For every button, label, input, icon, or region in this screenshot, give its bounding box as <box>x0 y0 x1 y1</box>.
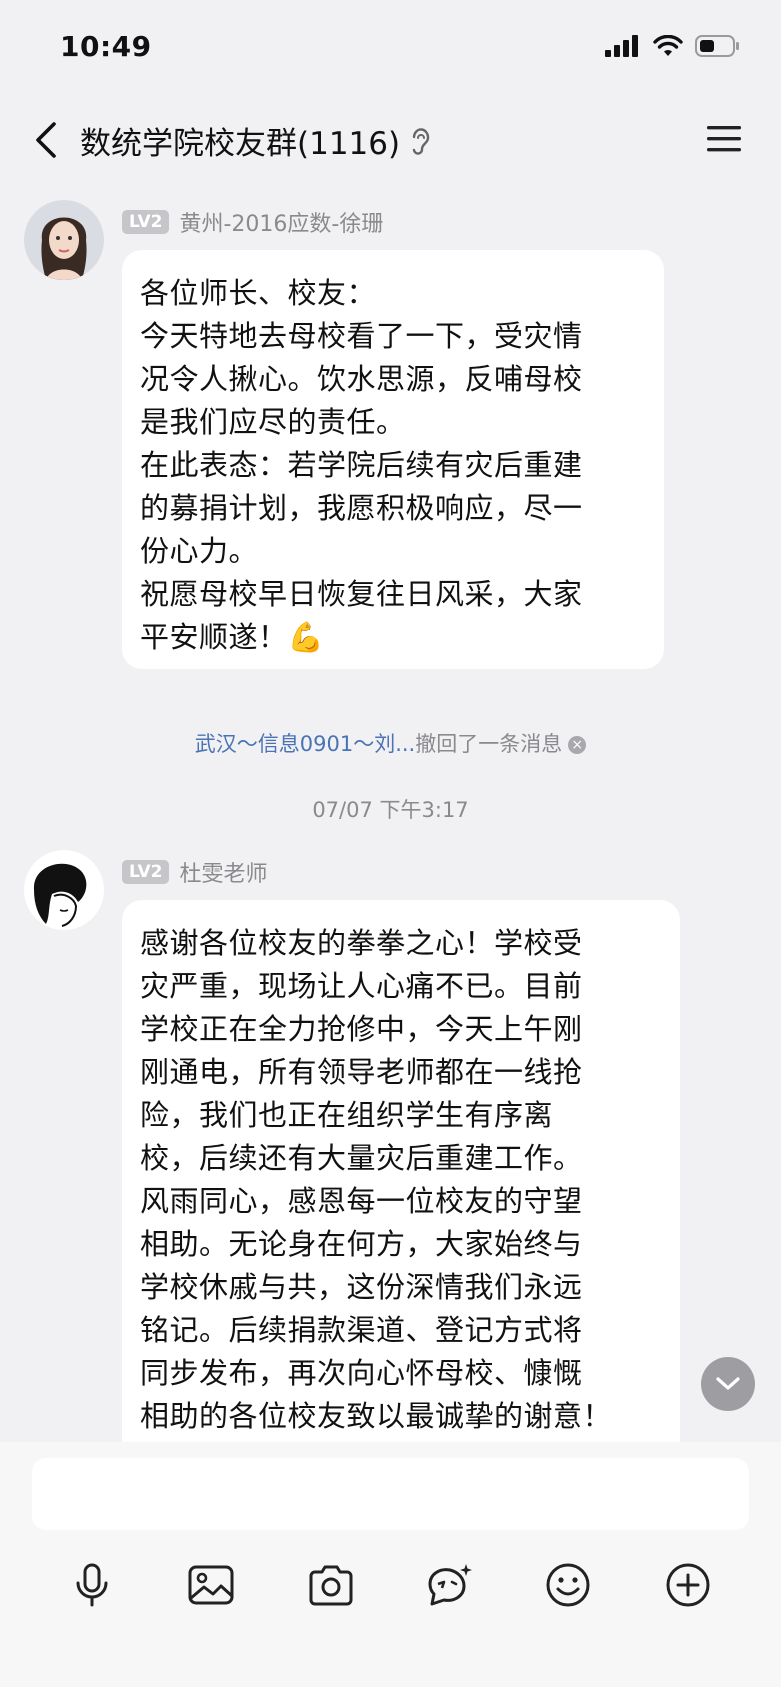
scroll-to-bottom-button[interactable] <box>701 1357 755 1411</box>
menu-icon[interactable] <box>705 120 743 158</box>
message-input[interactable] <box>32 1458 749 1530</box>
message-line: 份心力。 <box>140 534 259 568</box>
message-line: 同步发布，再次向心怀母校、慷慨 <box>140 1356 583 1390</box>
cellular-signal-icon <box>605 35 638 57</box>
plus-circle-icon <box>666 1563 710 1607</box>
ai-button[interactable] <box>414 1550 484 1620</box>
camera-button[interactable] <box>296 1550 366 1620</box>
image-button[interactable] <box>176 1550 246 1620</box>
composer-toolbar <box>0 1550 781 1630</box>
message-bubble[interactable]: 感谢各位校友的拳拳之心！学校受 灾严重，现场让人心痛不已。目前 学校正在全力抢修… <box>122 900 680 1460</box>
message-line: 各位师长、校友： <box>140 276 377 310</box>
level-badge: LV2 <box>122 860 170 884</box>
message-line: 是我们应尽的责任。 <box>140 405 406 439</box>
avatar[interactable] <box>24 200 104 280</box>
message-line: 刚通电，所有领导老师都在一线抢 <box>140 1055 583 1089</box>
message-line: 平安顺遂！💪 <box>140 620 325 654</box>
image-icon <box>188 1565 234 1605</box>
battery-icon <box>695 35 739 57</box>
message-line: 今天特地去母校看了一下，受灾情 <box>140 319 583 353</box>
status-icons <box>605 34 741 58</box>
recall-notice: 武汉～信息0901～刘...撤回了一条消息 × <box>0 728 781 758</box>
composer <box>0 1442 781 1687</box>
ear-icon <box>412 127 430 155</box>
chat-header: 数统学院校友群(1116) <box>0 100 781 180</box>
message-line: 学校休戚与共，这份深情我们永远 <box>140 1270 583 1304</box>
more-button[interactable] <box>653 1550 723 1620</box>
message-bubble[interactable]: 各位师长、校友： 今天特地去母校看了一下，受灾情 况令人揪心。饮水思源，反哺母校… <box>122 250 664 669</box>
camera-icon <box>309 1565 353 1606</box>
message-line: 风雨同心，感恩每一位校友的守望 <box>140 1184 583 1218</box>
status-bar: 10:49 <box>0 0 781 100</box>
message-line: 感谢各位校友的拳拳之心！学校受 <box>140 926 583 960</box>
message-line: 相助的各位校友致以最诚挚的谢意！ <box>140 1399 613 1433</box>
message-line: 校，后续还有大量灾后重建工作。 <box>140 1141 583 1175</box>
wifi-icon <box>653 35 683 56</box>
sender-name[interactable]: 杜雯老师 <box>179 856 267 888</box>
message-line: 相助。无论身在何方，大家始终与 <box>140 1227 583 1261</box>
recall-sender[interactable]: 武汉～信息0901～刘... <box>195 732 415 756</box>
avatar[interactable] <box>24 850 104 930</box>
message-line: 祝愿母校早日恢复往日风采，大家 <box>140 577 583 611</box>
group-title: 数统学院校友群(1116) <box>80 126 401 162</box>
smiley-icon <box>546 1563 590 1607</box>
sparkle-face-icon <box>428 1564 472 1606</box>
sender-name[interactable]: 黄州-2016应数-徐珊 <box>179 206 383 238</box>
message-sender: LV2 黄州-2016应数-徐珊 <box>122 206 383 238</box>
close-circle-icon[interactable]: × <box>568 736 587 754</box>
message-line: 的募捐计划，我愿积极响应，尽一 <box>140 491 583 525</box>
emoji-button[interactable] <box>533 1550 603 1620</box>
title-group[interactable]: 数统学院校友群(1116) <box>80 118 432 163</box>
status-time: 10:49 <box>60 30 152 63</box>
message-sender: LV2 杜雯老师 <box>122 856 268 888</box>
message-line: 灾严重，现场让人心痛不已。目前 <box>140 969 583 1003</box>
message-line: 况令人揪心。饮水思源，反哺母校 <box>140 362 583 396</box>
chevron-down-icon <box>716 1377 740 1390</box>
back-arrow-icon[interactable] <box>26 114 66 166</box>
message-line: 险，我们也正在组织学生有序离 <box>140 1098 554 1132</box>
message-timestamp: 07/07 下午3:17 <box>312 798 469 822</box>
message-line: 学校正在全力抢修中，今天上午刚 <box>140 1012 583 1046</box>
microphone-icon <box>76 1563 108 1607</box>
voice-button[interactable] <box>57 1550 127 1620</box>
message-line: 铭记。后续捐款渠道、登记方式将 <box>140 1313 583 1347</box>
message-line: 在此表态：若学院后续有灾后重建 <box>140 448 583 482</box>
level-badge: LV2 <box>122 210 170 234</box>
recall-text: 撤回了一条消息 <box>415 732 563 756</box>
